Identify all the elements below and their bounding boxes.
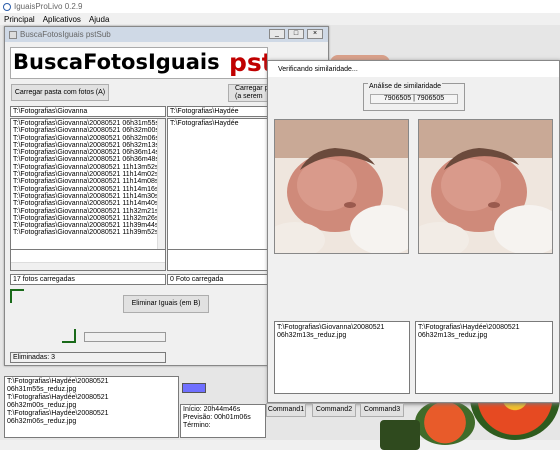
list-item[interactable]: T:\Fotografias\Giovanna\20080521 11h14m4… <box>13 200 163 207</box>
corner-marker-br <box>62 329 76 343</box>
list-item[interactable]: T:\Fotografias\Giovanna\20080521 11h14m3… <box>13 193 163 200</box>
list-item[interactable]: T:\Fotografias\Giovanna\20080521 11h32m2… <box>13 208 163 215</box>
child-title: BuscaFotosIguais pstSub <box>20 30 111 39</box>
similarity-dialog: Verificando similaridade... Análise de s… <box>267 60 560 403</box>
end-time: Término: <box>183 422 211 429</box>
list-item[interactable]: T:\Fotografias\Haydée\20080521 06h31m55s… <box>7 378 176 394</box>
left-path-box: T:\Fotografias\Giovanna\20080521 06h32m1… <box>274 321 410 394</box>
progress-bar <box>84 332 166 342</box>
list-item[interactable]: T:\Fotografias\Giovanna\20080521 11h14m0… <box>13 178 163 185</box>
similarity-value: 7906505 | 7906505 <box>370 94 458 104</box>
count-a: 17 fotos carregadas <box>10 274 166 285</box>
files-a-scrollbar[interactable] <box>157 119 165 250</box>
close-button[interactable]: × <box>307 29 323 39</box>
banner: BuscaFotosIguais pst <box>10 47 268 79</box>
timing-info: Início: 20h44m46s Previsão: 00h01m06s Té… <box>180 404 266 438</box>
files-a-list[interactable]: T:\Fotografias\Giovanna\20080521 06h31m5… <box>10 118 166 251</box>
photo-right <box>418 119 553 254</box>
eliminate-button[interactable]: Eliminar Iguais (em B) <box>123 295 209 313</box>
list-item[interactable]: T:\Fotografias\Giovanna\20080521 11h39m4… <box>13 222 163 229</box>
menu-principal[interactable]: Principal <box>4 15 35 24</box>
similarity-group: Análise de similaridade 7906505 | 790650… <box>363 83 465 111</box>
banner-suffix: pst <box>229 48 267 77</box>
menu-bar: Principal Aplicativos Ajuda <box>0 13 560 25</box>
magnifier-icon <box>3 2 11 11</box>
app-title-bar: IguaisProLivo 0.2.9 <box>0 0 560 13</box>
load-folder-a-button[interactable]: Carregar pasta com fotos (A) <box>11 84 109 101</box>
right-path-box: T:\Fotografias\Haydée\20080521 06h32m13s… <box>415 321 553 394</box>
list-item[interactable]: T:\Fotografias\Giovanna\20080521 11h14m0… <box>13 171 163 178</box>
menu-aplicativos[interactable]: Aplicativos <box>43 15 81 24</box>
list-item[interactable]: T:\Fotografias\Giovanna\20080521 06h32m1… <box>13 142 163 149</box>
corner-marker-tl <box>10 289 24 303</box>
command2-button[interactable]: Command2 <box>312 403 356 417</box>
similarity-label: Análise de similaridade <box>368 83 442 90</box>
list-item[interactable]: T:\Fotografias\Giovanna\20080521 06h31m5… <box>13 120 163 127</box>
list-item[interactable]: T:\Fotografias\Haydée\20080521 06h32m06s… <box>7 410 176 426</box>
list-item[interactable]: T:\Fotografias\Giovanna\20080521 11h32m2… <box>13 215 163 222</box>
list-item[interactable]: T:\Fotografias\Giovanna\20080521 11h13m5… <box>13 164 163 171</box>
load-b-label-2: (a serem <box>235 93 263 100</box>
files-a-rows: T:\Fotografias\Giovanna\20080521 06h31m5… <box>13 120 163 237</box>
app-icon <box>9 30 17 39</box>
start-time: Início: 20h44m46s <box>183 406 241 413</box>
list-item[interactable]: T:\Fotografias\Haydée\20080521 06h32m00s… <box>7 394 176 410</box>
dialog-title: Verificando similaridade... <box>268 61 559 77</box>
menu-ajuda[interactable]: Ajuda <box>89 15 109 24</box>
maximize-button[interactable]: □ <box>288 29 304 39</box>
right-path-line2: 06h32m13s_reduz.jpg <box>418 332 488 339</box>
files-a-hscroll[interactable] <box>11 262 165 270</box>
minimize-button[interactable]: _ <box>269 29 285 39</box>
result-files-list[interactable]: T:\Fotografias\Haydée\20080521 06h31m55s… <box>4 376 179 438</box>
command3-button[interactable]: Command3 <box>360 403 404 417</box>
app-title: IguaisProLivo 0.2.9 <box>14 2 83 11</box>
list-item[interactable]: T:\Fotografias\Giovanna\20080521 11h14m1… <box>13 186 163 193</box>
list-item[interactable]: T:\Fotografias\Giovanna\20080521 06h36m4… <box>13 156 163 163</box>
banner-title: BuscaFotosIguais <box>13 50 220 74</box>
files-a-extra <box>10 249 166 271</box>
progress-indicator <box>182 383 206 393</box>
left-path-line1: T:\Fotografias\Giovanna\20080521 <box>277 324 385 331</box>
list-item[interactable]: T:\Fotografias\Giovanna\20080521 06h32m0… <box>13 135 163 142</box>
list-item[interactable]: T:\Fotografias\Giovanna\20080521 06h36m1… <box>13 149 163 156</box>
list-item[interactable]: T:\Fotografias\Giovanna\20080521 06h32m0… <box>13 127 163 134</box>
left-path-line2: 06h32m13s_reduz.jpg <box>277 332 347 339</box>
forecast-time: Previsão: 00h01m06s <box>183 414 251 421</box>
eliminated-count: Eliminadas: 3 <box>10 352 166 363</box>
path-a-field[interactable]: T:\Fotografias\Giovanna <box>10 106 166 117</box>
command1-button[interactable]: Command1 <box>266 403 306 417</box>
list-item[interactable]: T:\Fotografias\Giovanna\20080521 11h39m5… <box>13 229 163 236</box>
right-path-line1: T:\Fotografias\Haydée\20080521 <box>418 324 520 331</box>
photo-left <box>274 119 409 254</box>
